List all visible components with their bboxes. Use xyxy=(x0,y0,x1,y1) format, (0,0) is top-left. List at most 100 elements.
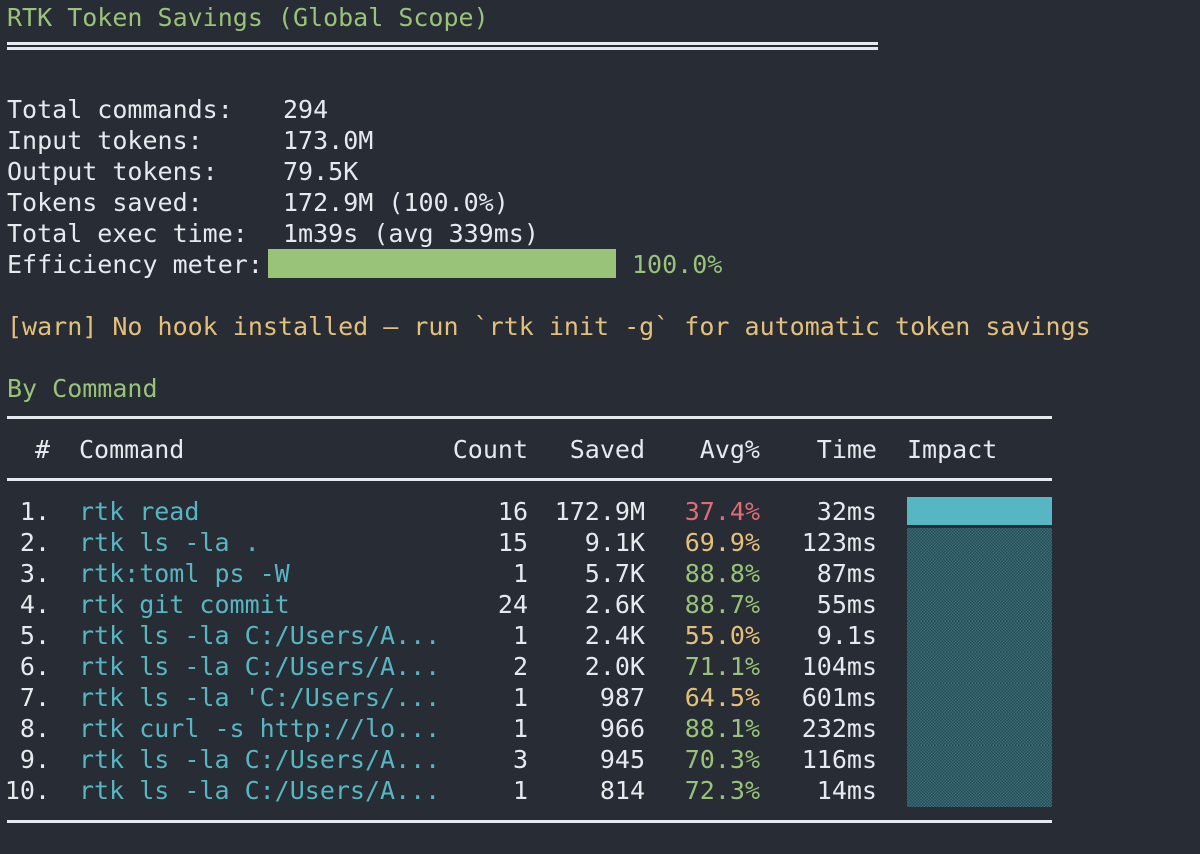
row-count: 1 xyxy=(512,776,528,805)
row-impact-bar xyxy=(907,590,1052,621)
row-command: rtk:toml ps -W xyxy=(79,559,290,588)
row-command: rtk ls -la C:/Users/A... xyxy=(79,776,441,805)
header-impact: Impact xyxy=(907,435,998,464)
title-double-rule xyxy=(7,42,878,50)
row-command: rtk ls -la . xyxy=(79,528,260,557)
row-saved: 9.1K xyxy=(584,528,645,557)
summary-label-exec-time: Total exec time: xyxy=(7,219,248,248)
efficiency-meter-fill xyxy=(268,249,616,278)
row-time: 87ms xyxy=(816,559,877,588)
section-title: By Command xyxy=(7,374,158,403)
header-saved: Saved xyxy=(569,435,645,464)
row-impact-bar xyxy=(907,559,1052,590)
row-saved: 2.0K xyxy=(584,652,645,681)
row-number: 1. xyxy=(19,497,50,526)
row-saved: 2.6K xyxy=(584,590,645,619)
table-row: 2. rtk ls -la . 15 9.1K 69.9% 123ms xyxy=(0,528,1200,559)
row-time: 123ms xyxy=(801,528,877,557)
table-row: 3. rtk:toml ps -W 1 5.7K 88.8% 87ms xyxy=(0,559,1200,590)
summary-value-output-tokens: 79.5K xyxy=(283,157,359,186)
table-row: 9. rtk ls -la C:/Users/A... 3 945 70.3% 116ms xyxy=(0,745,1200,776)
row-command: rtk ls -la C:/Users/A... xyxy=(79,621,441,650)
row-impact-bar xyxy=(907,621,1052,652)
row-avg-percent: 88.7% xyxy=(684,590,760,619)
row-time: 14ms xyxy=(816,776,877,805)
row-time: 601ms xyxy=(801,683,877,712)
row-number: 10. xyxy=(4,776,50,805)
row-number: 8. xyxy=(19,714,50,743)
row-saved: 987 xyxy=(599,683,645,712)
row-impact-bar xyxy=(907,745,1052,776)
row-avg-percent: 72.3% xyxy=(684,776,760,805)
row-command: rtk ls -la 'C:/Users/... xyxy=(79,683,441,712)
row-count: 2 xyxy=(512,652,528,681)
row-time: 116ms xyxy=(801,745,877,774)
row-saved: 5.7K xyxy=(584,559,645,588)
row-command: rtk ls -la C:/Users/A... xyxy=(79,745,441,774)
table-row: 4. rtk git commit 24 2.6K 88.7% 55ms xyxy=(0,590,1200,621)
table-top-rule xyxy=(7,416,1052,419)
row-avg-percent: 37.4% xyxy=(684,497,760,526)
header-avg: Avg% xyxy=(699,435,760,464)
summary-value-tokens-saved: 172.9M (100.0%) xyxy=(283,188,509,217)
row-impact-bar xyxy=(907,652,1052,683)
row-impact-bar xyxy=(907,497,1052,525)
row-saved: 2.4K xyxy=(584,621,645,650)
row-avg-percent: 69.9% xyxy=(684,528,760,557)
row-command: rtk curl -s http://lo... xyxy=(79,714,441,743)
summary-value-exec-time: 1m39s (avg 339ms) xyxy=(283,219,539,248)
header-time: Time xyxy=(816,435,877,464)
table-row: 10. rtk ls -la C:/Users/A... 1 814 72.3% 14ms xyxy=(0,776,1200,807)
table-row: 7. rtk ls -la 'C:/Users/... 1 987 64.5% 601ms xyxy=(0,683,1200,714)
row-number: 6. xyxy=(19,652,50,681)
summary-label-total-commands: Total commands: xyxy=(7,95,233,124)
summary-value-input-tokens: 173.0M xyxy=(283,126,374,155)
summary-label-output-tokens: Output tokens: xyxy=(7,157,218,186)
row-impact-bar xyxy=(907,776,1052,807)
row-count: 15 xyxy=(497,528,528,557)
row-time: 232ms xyxy=(801,714,877,743)
row-number: 2. xyxy=(19,528,50,557)
summary-label-tokens-saved: Tokens saved: xyxy=(7,188,203,217)
row-count: 3 xyxy=(512,745,528,774)
row-impact-bar xyxy=(907,683,1052,714)
table-header-row: # Command Count Saved Avg% Time Impact xyxy=(0,435,1200,466)
efficiency-meter-bar xyxy=(268,249,616,278)
efficiency-label: Efficiency meter: xyxy=(7,250,263,279)
row-avg-percent: 55.0% xyxy=(684,621,760,650)
row-impact-bar xyxy=(907,528,1052,559)
row-count: 24 xyxy=(497,590,528,619)
row-count: 1 xyxy=(512,714,528,743)
page-title: RTK Token Savings (Global Scope) xyxy=(7,3,489,32)
row-saved: 814 xyxy=(599,776,645,805)
row-saved: 966 xyxy=(599,714,645,743)
row-command: rtk git commit xyxy=(79,590,290,619)
row-count: 1 xyxy=(512,621,528,650)
row-time: 32ms xyxy=(816,497,877,526)
row-number: 5. xyxy=(19,621,50,650)
efficiency-percent: 100.0% xyxy=(632,250,723,279)
table-bottom-rule xyxy=(7,820,1052,823)
summary-value-total-commands: 294 xyxy=(283,95,329,124)
row-time: 104ms xyxy=(801,652,877,681)
row-command: rtk ls -la C:/Users/A... xyxy=(79,652,441,681)
row-number: 4. xyxy=(19,590,50,619)
row-number: 3. xyxy=(19,559,50,588)
row-avg-percent: 71.1% xyxy=(684,652,760,681)
row-number: 9. xyxy=(19,745,50,774)
row-avg-percent: 88.8% xyxy=(684,559,760,588)
warning-message: [warn] No hook installed — run `rtk init… xyxy=(7,312,1091,341)
table-row: 8. rtk curl -s http://lo... 1 966 88.1% 232ms xyxy=(0,714,1200,745)
row-count: 1 xyxy=(512,683,528,712)
row-avg-percent: 88.1% xyxy=(684,714,760,743)
table-row: 6. rtk ls -la C:/Users/A... 2 2.0K 71.1% 104m… xyxy=(0,652,1200,683)
header-num: # xyxy=(34,435,50,464)
row-count: 1 xyxy=(512,559,528,588)
table-row: 5. rtk ls -la C:/Users/A... 1 2.4K 55.0% 9.1s xyxy=(0,621,1200,652)
row-impact-bar xyxy=(907,714,1052,745)
row-avg-percent: 64.5% xyxy=(684,683,760,712)
row-number: 7. xyxy=(19,683,50,712)
header-command: Command xyxy=(79,435,185,464)
row-time: 55ms xyxy=(816,590,877,619)
header-count: Count xyxy=(452,435,528,464)
